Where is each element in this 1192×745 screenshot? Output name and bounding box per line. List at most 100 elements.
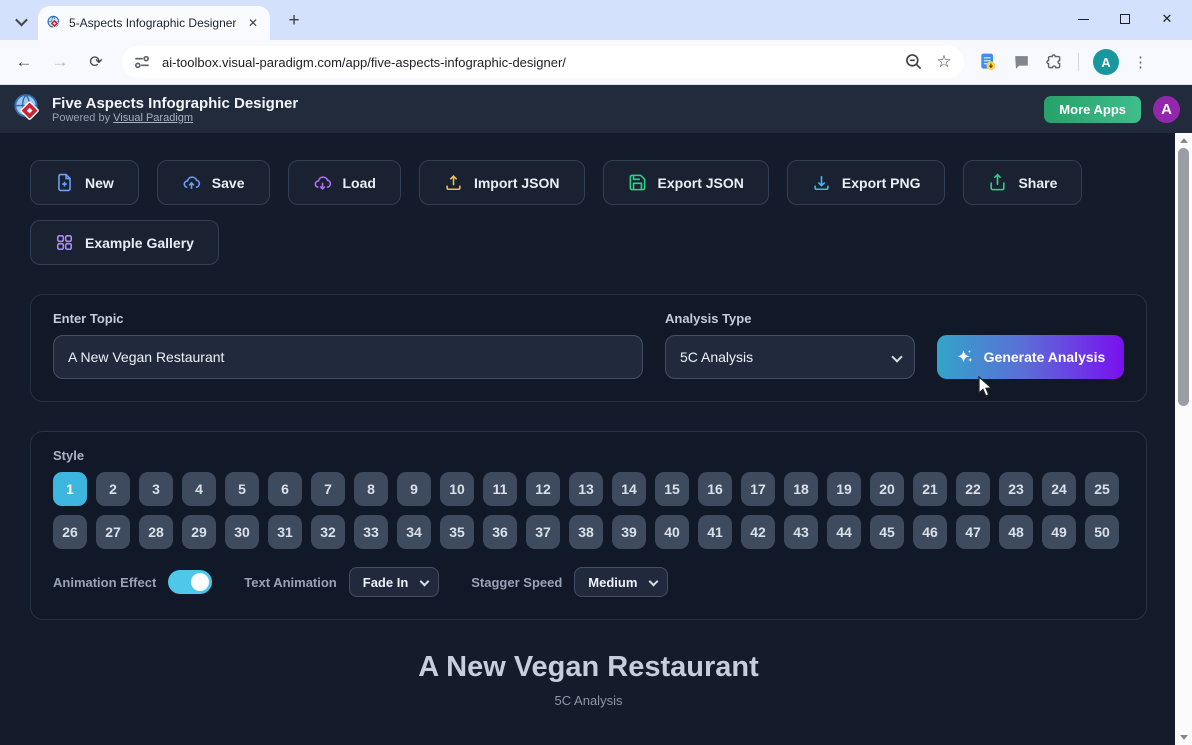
back-button[interactable]: ←	[10, 48, 38, 76]
style-button-37[interactable]: 37	[526, 515, 560, 549]
save-button[interactable]: Save	[156, 160, 270, 205]
scroll-up-icon[interactable]	[1175, 133, 1192, 148]
style-button-10[interactable]: 10	[440, 472, 474, 506]
style-button-25[interactable]: 25	[1085, 472, 1119, 506]
zoom-out-icon[interactable]	[904, 52, 924, 72]
style-button-41[interactable]: 41	[698, 515, 732, 549]
style-button-2[interactable]: 2	[96, 472, 130, 506]
scrollbar-thumb[interactable]	[1178, 148, 1189, 406]
tab-title: 5-Aspects Infographic Designer	[69, 16, 237, 30]
style-button-24[interactable]: 24	[1042, 472, 1076, 506]
share-icon	[990, 173, 1006, 191]
infographic-preview: A New Vegan Restaurant 5C Analysis	[30, 651, 1147, 708]
text-animation-select[interactable]: Fade In	[348, 567, 440, 597]
style-button-35[interactable]: 35	[440, 515, 474, 549]
style-button-28[interactable]: 28	[139, 515, 173, 549]
browser-tab[interactable]: 5-Aspects Infographic Designer ✕	[38, 6, 270, 40]
style-button-7[interactable]: 7	[311, 472, 345, 506]
browser-menu-icon[interactable]: ⋮	[1133, 53, 1148, 71]
style-button-49[interactable]: 49	[1042, 515, 1076, 549]
style-button-39[interactable]: 39	[612, 515, 646, 549]
style-button-42[interactable]: 42	[741, 515, 775, 549]
extensions-puzzle-icon[interactable]	[1045, 53, 1064, 72]
window-maximize-button[interactable]	[1104, 4, 1146, 34]
window-minimize-button[interactable]	[1062, 4, 1104, 34]
style-button-22[interactable]: 22	[956, 472, 990, 506]
style-button-4[interactable]: 4	[182, 472, 216, 506]
analysis-type-select[interactable]: 5C Analysis	[665, 335, 915, 379]
style-button-45[interactable]: 45	[870, 515, 904, 549]
new-tab-button[interactable]: +	[282, 9, 306, 33]
style-button-21[interactable]: 21	[913, 472, 947, 506]
export-png-button[interactable]: Export PNG	[786, 160, 946, 205]
grid-icon	[56, 234, 73, 251]
forward-button[interactable]: →	[46, 48, 74, 76]
style-button-9[interactable]: 9	[397, 472, 431, 506]
style-button-50[interactable]: 50	[1085, 515, 1119, 549]
reload-button[interactable]: ⟳	[82, 48, 110, 76]
style-button-48[interactable]: 48	[999, 515, 1033, 549]
chevron-down-icon	[648, 576, 659, 587]
style-button-23[interactable]: 23	[999, 472, 1033, 506]
style-button-33[interactable]: 33	[354, 515, 388, 549]
style-button-31[interactable]: 31	[268, 515, 302, 549]
animation-effect-label: Animation Effect	[53, 574, 157, 590]
scroll-down-icon[interactable]	[1175, 730, 1192, 745]
share-button[interactable]: Share	[963, 160, 1083, 205]
style-button-30[interactable]: 30	[225, 515, 259, 549]
user-avatar[interactable]: A	[1153, 95, 1180, 123]
style-button-16[interactable]: 16	[698, 472, 732, 506]
window-close-button[interactable]: ✕	[1146, 4, 1188, 34]
more-apps-button[interactable]: More Apps	[1044, 95, 1141, 123]
url-text[interactable]: ai-toolbox.visual-paradigm.com/app/five-…	[162, 55, 894, 70]
style-button-18[interactable]: 18	[784, 472, 818, 506]
visual-paradigm-link[interactable]: Visual Paradigm	[113, 112, 193, 124]
style-button-13[interactable]: 13	[569, 472, 603, 506]
style-button-43[interactable]: 43	[784, 515, 818, 549]
style-button-36[interactable]: 36	[483, 515, 517, 549]
side-panel-chat-icon[interactable]	[1012, 53, 1031, 72]
bookmark-star-icon[interactable]: ☆	[934, 52, 954, 72]
export-json-button[interactable]: Export JSON	[602, 160, 769, 205]
style-button-34[interactable]: 34	[397, 515, 431, 549]
style-button-15[interactable]: 15	[655, 472, 689, 506]
style-button-17[interactable]: 17	[741, 472, 775, 506]
style-button-46[interactable]: 46	[913, 515, 947, 549]
style-button-27[interactable]: 27	[96, 515, 130, 549]
style-button-38[interactable]: 38	[569, 515, 603, 549]
extension-doc-icon[interactable]	[978, 52, 998, 72]
tab-close-icon[interactable]: ✕	[244, 14, 262, 32]
style-button-44[interactable]: 44	[827, 515, 861, 549]
topic-input[interactable]	[53, 335, 643, 379]
load-button[interactable]: Load	[287, 160, 401, 205]
style-button-20[interactable]: 20	[870, 472, 904, 506]
example-gallery-button[interactable]: Example Gallery	[30, 220, 219, 265]
address-bar[interactable]: ai-toolbox.visual-paradigm.com/app/five-…	[122, 46, 964, 78]
style-button-19[interactable]: 19	[827, 472, 861, 506]
animation-effect-toggle[interactable]	[168, 570, 213, 594]
text-animation-label: Text Animation	[244, 574, 337, 590]
site-settings-icon[interactable]	[132, 52, 152, 72]
tab-search-button[interactable]	[8, 8, 34, 34]
stagger-speed-select[interactable]: Medium	[574, 567, 669, 597]
style-button-8[interactable]: 8	[354, 472, 388, 506]
generate-analysis-button[interactable]: Generate Analysis	[937, 335, 1124, 379]
style-button-1[interactable]: 1	[53, 472, 87, 506]
new-button[interactable]: New	[30, 160, 139, 205]
import-json-button[interactable]: Import JSON	[418, 160, 585, 205]
style-button-40[interactable]: 40	[655, 515, 689, 549]
style-button-3[interactable]: 3	[139, 472, 173, 506]
animation-controls: Animation Effect Text Animation Fade In …	[53, 567, 1124, 597]
style-button-5[interactable]: 5	[225, 472, 259, 506]
style-button-32[interactable]: 32	[311, 515, 345, 549]
page-scrollbar[interactable]	[1175, 133, 1192, 745]
analysis-type-label: Analysis Type	[665, 311, 752, 326]
style-button-26[interactable]: 26	[53, 515, 87, 549]
style-button-47[interactable]: 47	[956, 515, 990, 549]
style-button-11[interactable]: 11	[483, 472, 517, 506]
browser-profile-avatar[interactable]: A	[1093, 49, 1119, 75]
style-button-6[interactable]: 6	[268, 472, 302, 506]
style-button-12[interactable]: 12	[526, 472, 560, 506]
style-button-14[interactable]: 14	[612, 472, 646, 506]
style-button-29[interactable]: 29	[182, 515, 216, 549]
